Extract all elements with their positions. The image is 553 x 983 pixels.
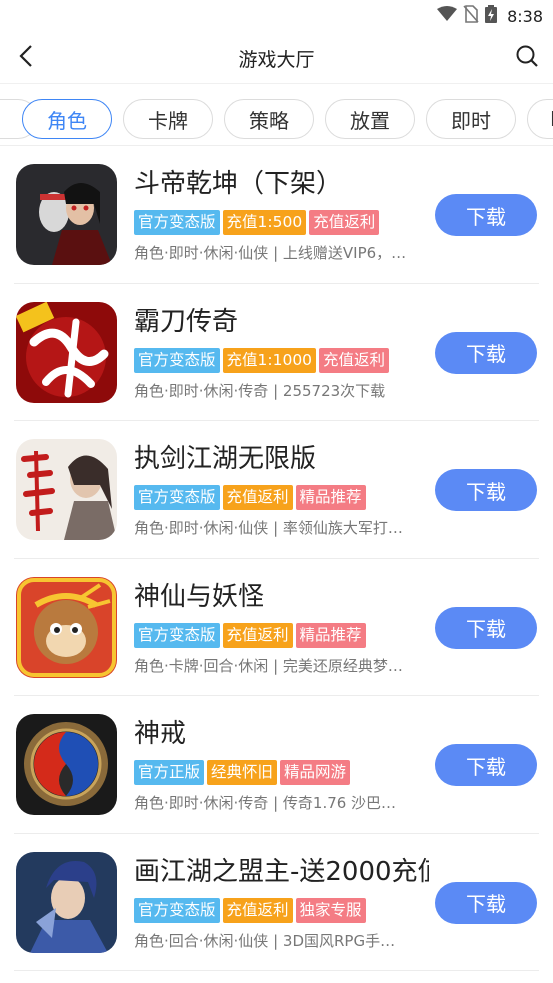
battery-icon — [485, 5, 498, 27]
tag-badge: 精品网游 — [280, 760, 351, 785]
game-description: 角色·即时·休闲·传奇 | 传奇1.76 沙巴… — [134, 794, 397, 812]
tag-badge: 充值1:500 — [222, 210, 307, 235]
tag-list: 官方变态版 充值1:1000 充值返利 — [134, 347, 390, 373]
game-name: 执剑江湖无限版 — [134, 444, 317, 474]
monkey-king-icon — [16, 576, 117, 678]
tab-realtime[interactable]: 即时 — [426, 99, 516, 139]
tag-badge: 充值返利 — [309, 210, 380, 235]
tag-badge: 官方变态版 — [134, 897, 220, 923]
swordsman-calligraphy-icon — [16, 439, 117, 540]
tag-badge: 官方变态版 — [134, 622, 220, 648]
list-item[interactable]: 执剑江湖无限版 官方变态版 充值返利 精品推荐 角色·即时·休闲·仙侠 | 率领… — [14, 421, 539, 559]
list-item[interactable]: 斗帝乾坤（下架） 官方变态版 充值1:500 充值返利 角色·即时·休闲·仙侠 … — [14, 146, 539, 284]
tag-badge: 官方变态版 — [134, 347, 220, 373]
list-item[interactable]: 神戒 官方正版 经典怀旧 精品网游 角色·即时·休闲·传奇 | 传奇1.76 沙… — [14, 696, 539, 834]
list-item[interactable]: 画江湖之盟主-送2000充值 官方变态版 充值返利 独家专服 角色·回合·休闲·… — [14, 834, 539, 971]
hero-portrait-icon — [16, 851, 117, 953]
download-button[interactable]: 下载 — [435, 331, 537, 374]
no-sim-icon — [463, 5, 479, 27]
tag-list: 官方变态版 充值返利 精品推荐 — [134, 622, 366, 648]
game-name: 斗帝乾坤（下架） — [134, 169, 343, 199]
warrior-portrait-icon — [16, 164, 117, 265]
game-name: 神仙与妖怪 — [134, 581, 265, 612]
tag-badge: 充值返利 — [319, 347, 390, 373]
tag-badge: 充值返利 — [222, 485, 293, 510]
tag-badge: 充值1:1000 — [222, 347, 317, 373]
game-name: 霸刀传奇 — [134, 306, 239, 337]
tab-card[interactable]: 卡牌 — [123, 99, 213, 139]
tag-badge: 官方正版 — [134, 760, 205, 785]
tag-badge: 经典怀旧 — [207, 760, 278, 785]
legend-calligraphy-icon — [16, 301, 117, 403]
tag-badge: 充值返利 — [222, 897, 293, 923]
tag-badge: 官方变态版 — [134, 210, 220, 235]
category-tabs: 角色 卡牌 策略 放置 即时 I — [0, 84, 553, 146]
tab-partial-right[interactable]: I — [527, 99, 553, 139]
tag-badge: 精品推荐 — [295, 622, 366, 648]
search-icon — [515, 44, 539, 72]
status-icons: 8:38 — [437, 5, 543, 27]
header: 游戏大厅 — [0, 32, 553, 84]
game-description: 角色·即时·休闲·仙侠 | 率领仙族大军打… — [134, 519, 403, 537]
download-button[interactable]: 下载 — [435, 606, 537, 649]
game-description: 角色·回合·休闲·仙侠 | 3D国风RPG手… — [134, 931, 396, 950]
tag-list: 官方变态版 充值1:500 充值返利 — [134, 210, 380, 235]
wifi-icon — [437, 6, 458, 26]
ring-orb-icon — [16, 714, 117, 815]
status-bar: 8:38 — [0, 0, 553, 32]
tag-badge: 精品推荐 — [295, 485, 366, 510]
tab-role[interactable]: 角色 — [22, 99, 112, 139]
search-button[interactable] — [511, 42, 543, 74]
status-time: 8:38 — [507, 6, 543, 26]
game-list: 斗帝乾坤（下架） 官方变态版 充值1:500 充值返利 角色·即时·休闲·仙侠 … — [0, 146, 553, 971]
tag-badge: 充值返利 — [222, 622, 293, 648]
download-button[interactable]: 下载 — [435, 469, 537, 511]
tab-idle[interactable]: 放置 — [325, 99, 415, 139]
tag-badge: 官方变态版 — [134, 485, 220, 510]
game-description: 角色·即时·休闲·仙侠 | 上线赠送VIP6，… — [134, 244, 407, 262]
tag-list: 官方变态版 充值返利 精品推荐 — [134, 485, 366, 510]
list-item[interactable]: 霸刀传奇 官方变态版 充值1:1000 充值返利 角色·即时·休闲·传奇 | 2… — [14, 284, 539, 421]
tab-strategy[interactable]: 策略 — [224, 99, 314, 139]
tag-badge: 独家专服 — [295, 897, 366, 923]
tag-list: 官方变态版 充值返利 独家专服 — [134, 897, 366, 923]
tag-list: 官方正版 经典怀旧 精品网游 — [134, 760, 351, 785]
download-button[interactable]: 下载 — [435, 881, 537, 924]
game-description: 角色·卡牌·回合·休闲 | 完美还原经典梦… — [134, 656, 403, 675]
download-button[interactable]: 下载 — [435, 744, 537, 786]
game-description: 角色·即时·休闲·传奇 | 255723次下载 — [134, 381, 386, 400]
page-title: 游戏大厅 — [238, 49, 315, 71]
game-name: 画江湖之盟主-送2000充值 — [134, 856, 429, 887]
list-item[interactable]: 神仙与妖怪 官方变态版 充值返利 精品推荐 角色·卡牌·回合·休闲 | 完美还原… — [14, 559, 539, 696]
download-button[interactable]: 下载 — [435, 194, 537, 236]
game-name: 神戒 — [134, 719, 187, 749]
